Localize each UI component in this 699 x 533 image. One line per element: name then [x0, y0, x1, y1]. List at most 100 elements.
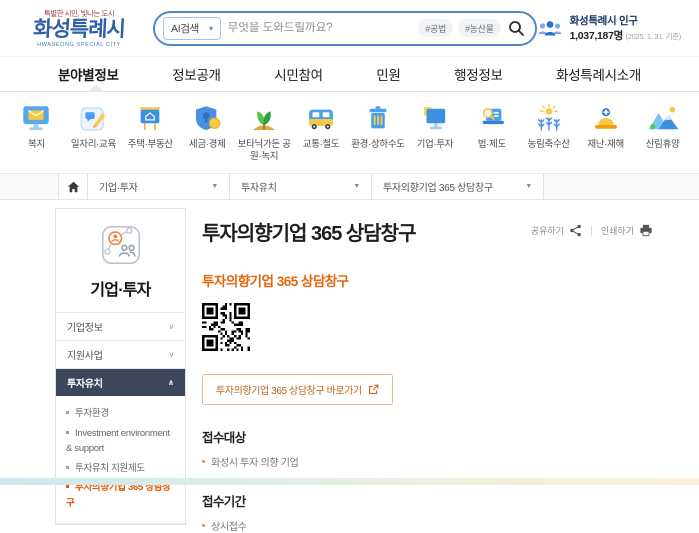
chevron-down-icon: ▼: [353, 183, 360, 190]
category-icon: [473, 102, 511, 136]
content-section: 접수기간 상시접수: [202, 491, 653, 533]
section-heading: 접수기간: [202, 491, 653, 510]
category-label: 보타닉가든 공원·녹지: [236, 139, 293, 164]
breadcrumb-label: 기업·투자: [99, 179, 138, 194]
category-item[interactable]: 농림축수산: [520, 98, 577, 173]
bullet-icon: [202, 460, 205, 463]
category-item[interactable]: 환경·상하수도: [350, 98, 407, 173]
category-label: 환경·상하수도: [351, 139, 405, 151]
section-bullet-text: 상시접수: [211, 518, 247, 533]
sidebar-submenu-item[interactable]: 투자유치 지원제도: [66, 459, 175, 479]
category-icon: [302, 102, 340, 136]
site-header: 특별한 시민, 빛나는 도시 화성특례시 HWASEONG SPECIAL CI…: [0, 0, 699, 57]
external-link-label: 투자의향기업 365 상담창구 바로가기: [216, 382, 362, 397]
sidebar-submenu-item[interactable]: Investment environment & support: [66, 424, 175, 459]
category-item[interactable]: 주택·부동산: [122, 98, 179, 173]
sidebar-menu-item[interactable]: 기업정보 ∨ ∧: [56, 312, 185, 340]
chevron-down-icon: ▼: [525, 183, 532, 190]
category-item[interactable]: 교통·철도: [293, 98, 350, 173]
sidebar-submenu-label: 투자환경: [75, 408, 109, 419]
category-item[interactable]: 법·제도: [463, 98, 520, 173]
search-tag[interactable]: #농산물: [458, 19, 501, 37]
category-label: 일자리·교육: [71, 139, 116, 151]
business-investment-icon: [98, 222, 144, 268]
chevron-down-icon: ∨: [168, 322, 174, 331]
category-menu: 복지 일자리·교육 주택·부동산 세금·경제 보타닉가든 공원·녹지 교통·철도…: [0, 92, 699, 174]
nav-item[interactable]: 정보공개: [172, 64, 220, 84]
search-icon: [508, 20, 525, 37]
category-item[interactable]: 복지: [8, 98, 65, 173]
share-icon: [569, 224, 582, 237]
breadcrumb-segment[interactable]: 투자의향기업 365 상담창구 ▼: [372, 174, 544, 199]
breadcrumb-home[interactable]: [58, 174, 88, 199]
share-button[interactable]: 공유하기: [531, 224, 582, 237]
home-icon: [67, 181, 80, 193]
divider: [591, 226, 592, 236]
bullet-icon: [66, 485, 69, 488]
section-bullet-item: 화성시 투자 의향 기업: [202, 454, 653, 469]
nav-item[interactable]: 행정정보: [454, 64, 502, 84]
bullet-icon: [202, 524, 205, 527]
sidebar-menu-item[interactable]: 투자유치 ∨ ∧: [56, 368, 185, 396]
category-label: 농림축수산: [528, 139, 570, 151]
chevron-down-icon: ▾: [209, 24, 213, 33]
external-link-button[interactable]: 투자의향기업 365 상담창구 바로가기: [202, 374, 393, 405]
section-heading: 접수대상: [202, 427, 653, 446]
search-button[interactable]: [508, 20, 525, 37]
category-icon: [245, 102, 283, 136]
sidebar-submenu-label: 투자의향기업 365 상담창구: [66, 482, 171, 509]
population-value: 1,037,187명: [570, 30, 623, 42]
site-logo[interactable]: 특별한 시민, 빛나는 도시 화성특례시 HWASEONG SPECIAL CI…: [15, 8, 143, 47]
sidebar-title: 기업·투자: [56, 272, 185, 312]
search-tag[interactable]: #공법: [418, 19, 453, 37]
category-label: 주택·부동산: [128, 139, 173, 151]
breadcrumb-segment[interactable]: 투자유치 ▼: [230, 174, 372, 199]
category-icon: [131, 102, 169, 136]
search-category-select[interactable]: AI검색 ▾: [163, 17, 221, 40]
content-section: 접수대상 화성시 투자 의향 기업: [202, 427, 653, 469]
bullet-icon: [66, 411, 69, 414]
nav-item[interactable]: 시민참여: [274, 64, 322, 84]
breadcrumb-segment[interactable]: 기업·투자 ▼: [88, 174, 230, 199]
category-item[interactable]: 기업·투자: [406, 98, 463, 173]
category-icon: [74, 102, 112, 136]
printer-icon: [639, 224, 653, 237]
sidebar-menu-label: 투자유치: [67, 375, 103, 390]
search-input[interactable]: [228, 22, 412, 34]
logo-subtext: HWASEONG SPECIAL CITY: [15, 42, 143, 48]
share-label: 공유하기: [531, 224, 564, 237]
sidebar-submenu-item[interactable]: 투자환경: [66, 404, 175, 424]
chevron-down-icon: ∨: [168, 350, 174, 359]
search-bar: AI검색 ▾ #공법 #농산물: [153, 11, 537, 46]
category-item[interactable]: 일자리·교육: [65, 98, 122, 173]
qr-code: [202, 303, 250, 351]
population-date: (2025. 1. 31. 기준): [626, 32, 681, 41]
category-item[interactable]: 재난·재해: [577, 98, 634, 173]
category-label: 세금·경제: [189, 139, 226, 151]
sidebar-menu-item[interactable]: 지원사업 ∨ ∧: [56, 340, 185, 368]
category-icon: [188, 102, 226, 136]
category-item[interactable]: 세금·경제: [179, 98, 236, 173]
chevron-down-icon: ▼: [211, 183, 218, 190]
population-widget: 화성특례시 인구 1,037,187명 (2025. 1. 31. 기준): [537, 13, 685, 43]
category-icon: [416, 102, 454, 136]
category-item[interactable]: 보타닉가든 공원·녹지: [236, 98, 293, 173]
logo-text: 화성특례시: [14, 19, 143, 41]
chevron-up-icon: ∧: [168, 378, 174, 387]
nav-item[interactable]: 분야별정보: [58, 64, 119, 84]
breadcrumb-label: 투자의향기업 365 상담창구: [383, 179, 493, 194]
nav-item[interactable]: 민원: [376, 64, 400, 84]
page-title: 투자의향기업 365 상담창구: [202, 217, 415, 246]
print-button[interactable]: 인쇄하기: [601, 224, 653, 237]
active-nav-pointer: [88, 85, 104, 92]
nav-item[interactable]: 화성특례시소개: [556, 64, 641, 84]
print-label: 인쇄하기: [601, 224, 634, 237]
category-label: 복지: [28, 139, 45, 151]
section-bullet-text: 화성시 투자 의향 기업: [211, 454, 299, 469]
section-bullet-item: 상시접수: [202, 518, 653, 533]
category-item[interactable]: 산림휴양: [634, 98, 691, 173]
category-label: 법·제도: [478, 139, 506, 151]
content-subtitle: 투자의향기업 365 상담창구: [202, 270, 653, 290]
category-icon: [17, 102, 55, 136]
sidebar-menu-label: 지원사업: [67, 347, 103, 362]
